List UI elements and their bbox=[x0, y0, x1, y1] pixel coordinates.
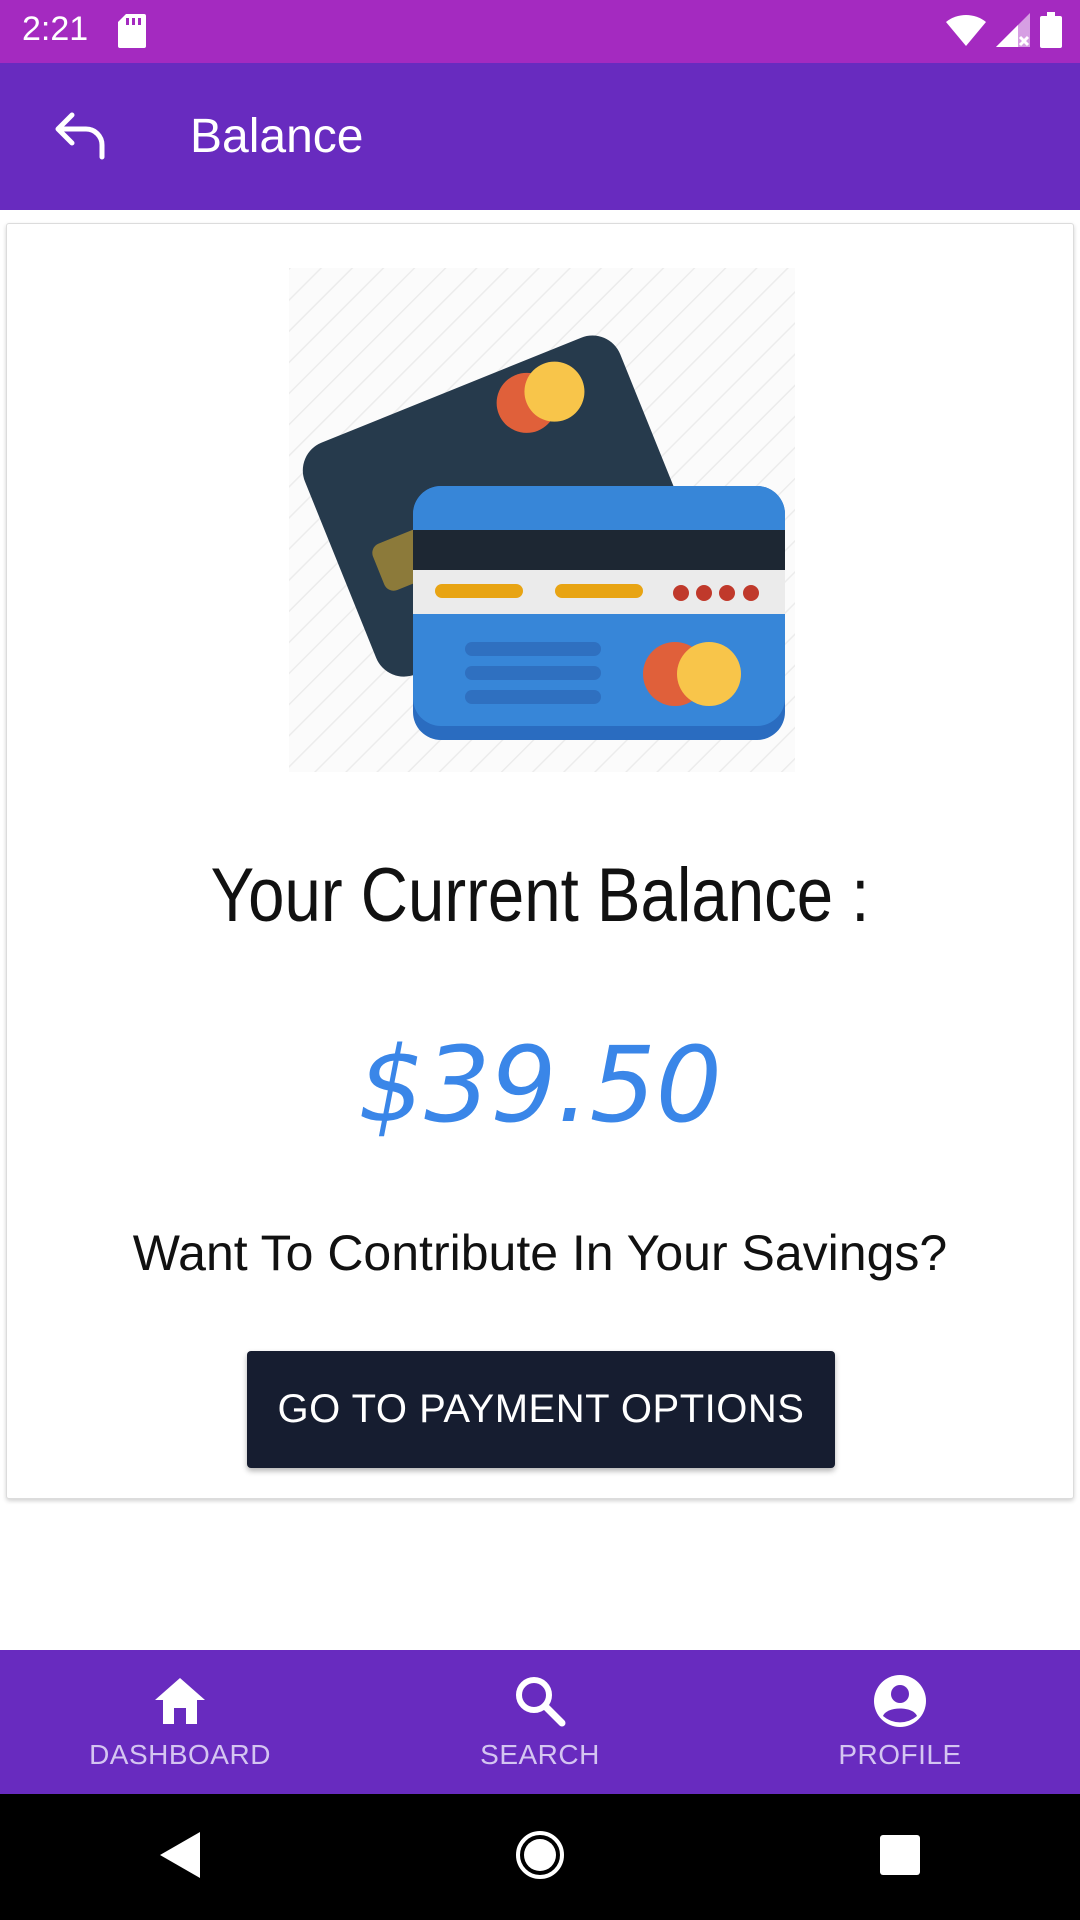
credit-cards-illustration bbox=[289, 268, 795, 772]
sd-card-icon bbox=[118, 14, 146, 53]
signal-icon bbox=[996, 13, 1030, 52]
nav-label-dashboard: DASHBOARD bbox=[89, 1739, 271, 1770]
nav-label-profile: PROFILE bbox=[838, 1739, 962, 1770]
nav-item-profile[interactable]: PROFILE bbox=[720, 1650, 1080, 1794]
status-time: 2:21 bbox=[22, 10, 89, 48]
balance-label: Your Current Balance : bbox=[210, 853, 870, 938]
system-recents-button[interactable] bbox=[840, 1812, 960, 1902]
account-circle-icon bbox=[873, 1673, 927, 1729]
payment-options-button[interactable]: GO TO PAYMENT OPTIONS bbox=[247, 1351, 835, 1468]
wifi-icon bbox=[946, 14, 986, 51]
system-back-button[interactable] bbox=[120, 1812, 240, 1902]
status-bar: 2:21 bbox=[0, 0, 1080, 63]
home-icon bbox=[153, 1673, 207, 1729]
battery-icon bbox=[1040, 12, 1062, 53]
system-home-button[interactable] bbox=[480, 1812, 600, 1902]
home-circle-icon bbox=[515, 1830, 565, 1885]
nav-label-search: SEARCH bbox=[480, 1739, 600, 1770]
contribute-prompt: Want To Contribute In Your Savings? bbox=[132, 1225, 948, 1281]
back-arrow-icon bbox=[52, 111, 108, 166]
bottom-navigation: DASHBOARD SEARCH PROFILE bbox=[0, 1650, 1080, 1794]
nav-item-search[interactable]: SEARCH bbox=[360, 1650, 720, 1794]
balance-card: Your Current Balance : $39.50 Want To Co… bbox=[6, 223, 1074, 1499]
app-bar: Balance bbox=[0, 63, 1080, 210]
nav-item-dashboard[interactable]: DASHBOARD bbox=[0, 1650, 360, 1794]
recents-square-icon bbox=[880, 1834, 920, 1880]
back-triangle-icon bbox=[160, 1831, 200, 1883]
back-button[interactable] bbox=[40, 103, 120, 173]
search-icon bbox=[514, 1673, 566, 1729]
system-navigation-bar bbox=[0, 1794, 1080, 1920]
balance-amount: $39.50 bbox=[358, 1024, 722, 1146]
page-title: Balance bbox=[190, 110, 364, 163]
